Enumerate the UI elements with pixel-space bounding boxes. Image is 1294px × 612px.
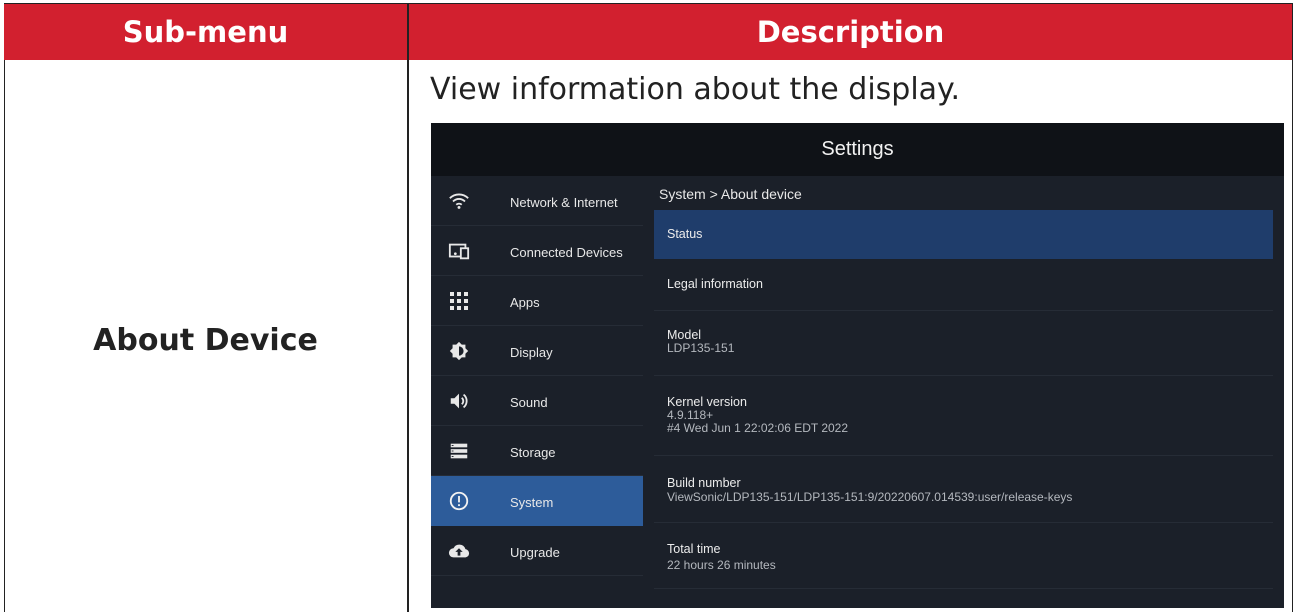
sidebar-item-connected-devices[interactable]: Connected Devices xyxy=(431,226,643,276)
description-text: View information about the display. xyxy=(430,72,961,107)
sidebar-item-label: Apps xyxy=(510,295,540,310)
item-title: Kernel version xyxy=(667,395,747,409)
sidebar-item-label: Connected Devices xyxy=(510,245,623,260)
list-item-status[interactable]: Status xyxy=(654,210,1273,259)
table-border-left xyxy=(4,4,5,612)
item-value: #4 Wed Jun 1 22:02:06 EDT 2022 xyxy=(667,421,849,435)
brightness-icon xyxy=(447,339,471,363)
settings-screenshot: Settings Network & Internet Connected De… xyxy=(431,123,1284,608)
sidebar-item-label: Display xyxy=(510,345,553,360)
sidebar-item-label: Network & Internet xyxy=(510,195,618,210)
sidebar-item-system[interactable]: System xyxy=(431,476,643,526)
sidebar-item-label: Upgrade xyxy=(510,545,560,560)
cloud-upload-icon xyxy=(447,539,471,563)
breadcrumb: System > About device xyxy=(659,186,802,202)
item-title: Legal information xyxy=(667,277,763,291)
apps-grid-icon xyxy=(447,289,471,313)
list-item-total-time[interactable]: Total time 22 hours 26 minutes xyxy=(654,523,1273,589)
info-icon xyxy=(447,489,471,513)
settings-sidebar: Network & Internet Connected Devices App… xyxy=(431,176,643,608)
sidebar-item-label: Sound xyxy=(510,395,548,410)
sidebar-item-label: Storage xyxy=(510,445,556,460)
list-item-kernel-version[interactable]: Kernel version 4.9.118+ #4 Wed Jun 1 22:… xyxy=(654,376,1273,456)
item-title: Model xyxy=(667,328,702,342)
item-title: Status xyxy=(667,227,703,241)
table-border-right xyxy=(1292,4,1293,612)
sidebar-item-network[interactable]: Network & Internet xyxy=(431,176,643,226)
item-value: LDP135-151 xyxy=(667,341,735,355)
storage-icon xyxy=(447,439,471,463)
header-submenu: Sub-menu xyxy=(4,4,407,60)
sidebar-item-display[interactable]: Display xyxy=(431,326,643,376)
list-item-build-number[interactable]: Build number ViewSonic/LDP135-151/LDP135… xyxy=(654,456,1273,523)
item-value: ViewSonic/LDP135-151/LDP135-151:9/202206… xyxy=(667,490,1073,504)
header-description: Description xyxy=(409,4,1292,60)
speaker-icon xyxy=(447,389,471,413)
row-label-about-device: About Device xyxy=(93,322,318,358)
item-title: Build number xyxy=(667,476,741,490)
sidebar-item-upgrade[interactable]: Upgrade xyxy=(431,526,643,576)
item-value: 22 hours 26 minutes xyxy=(667,558,776,572)
sidebar-item-label: System xyxy=(510,495,554,510)
sidebar-item-apps[interactable]: Apps xyxy=(431,276,643,326)
table-column-divider xyxy=(407,4,409,612)
list-item-model[interactable]: Model LDP135-151 xyxy=(654,311,1273,376)
connected-devices-icon xyxy=(447,239,471,263)
sidebar-item-storage[interactable]: Storage xyxy=(431,426,643,476)
item-title: Total time xyxy=(667,542,721,556)
list-item-legal-information[interactable]: Legal information xyxy=(654,259,1273,311)
sidebar-item-sound[interactable]: Sound xyxy=(431,376,643,426)
wifi-icon xyxy=(447,189,471,213)
document-table: Sub-menu Description About Device View i… xyxy=(0,0,1294,612)
settings-title: Settings xyxy=(431,123,1284,176)
